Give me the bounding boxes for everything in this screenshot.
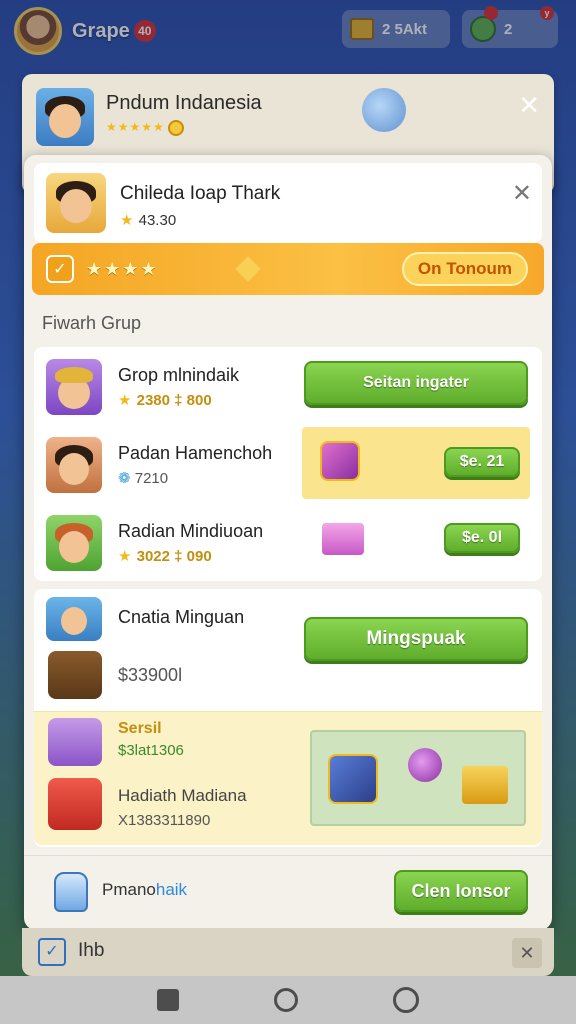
checkbox-icon[interactable]: ✓ [38, 938, 66, 966]
dialog-footer: Pmanohaik Clen Ionsor [24, 855, 552, 930]
section-title: Fiwarh Grup [42, 313, 142, 333]
check-icon: ✓ [46, 255, 74, 283]
card-amount: $33900l [118, 665, 183, 685]
strip-label: Ihb [78, 940, 105, 961]
footer-brand: Pmanohaik [102, 880, 188, 899]
gift-value: X1383311890 [118, 812, 211, 829]
group-avatar [46, 515, 102, 571]
system-nav-bar [0, 976, 576, 1024]
group-avatar [46, 359, 102, 415]
header-score: ★ 43.30 [120, 212, 177, 229]
header-title: Chileda Ioap Thark [120, 183, 281, 204]
key-icon [48, 718, 102, 766]
promo-banner: ✓ ★★★★ On Tonoum [32, 243, 544, 295]
card-title: Cnatia Minguan [118, 607, 245, 627]
dialog-header: Chileda Ioap Thark ★ 43.30 ✕ [34, 163, 542, 243]
bonus-value: $3lat1306 [118, 742, 184, 759]
claim-button[interactable]: Mingspuak [304, 617, 528, 661]
main-dialog: Chileda Ioap Thark ★ 43.30 ✕ ✓ ★★★★ On T… [24, 155, 552, 930]
confirm-button[interactable]: Clen Ionsor [394, 870, 528, 912]
header-avatar [46, 173, 106, 233]
group-avatar [46, 437, 102, 493]
bonus-label: Sersil [118, 720, 162, 737]
row-name: Padan Hamenchoh [118, 443, 273, 463]
row-score: ★ 2380 ‡ 800 [118, 392, 212, 409]
row-name: Radian Mindiuoan [118, 521, 264, 541]
robot-icon [54, 872, 88, 912]
home-icon[interactable] [273, 988, 298, 1012]
loot-image [310, 730, 526, 826]
price-button[interactable]: $e. 0l [444, 523, 520, 553]
assistant-icon[interactable] [392, 987, 419, 1013]
reward-card-top: Cnatia Minguan $33900l Mingspuak [34, 589, 542, 711]
bottom-strip: ✓ Ihb ✕ [22, 928, 554, 976]
reward-card-bottom: Sersil $3lat1306 Hadiath Madiana X138331… [34, 711, 542, 845]
back-dialog-stars: ★★★★★ [106, 120, 185, 136]
list-item[interactable]: Padan Hamenchoh ❁ 7210 $e. 21 [34, 425, 542, 503]
back-dialog-close-icon[interactable]: ✕ [518, 90, 540, 121]
back-dialog-avatar [36, 88, 94, 146]
potion-icon [362, 88, 406, 132]
ticket-icon [48, 778, 102, 830]
back-dialog-title: Pndum Indanesia [106, 92, 262, 114]
close-icon[interactable]: ✕ [512, 179, 532, 208]
join-button[interactable]: Seitan ingater [304, 361, 528, 405]
group-list: Grop mlnindaik ★ 2380 ‡ 800 Seitan ingat… [34, 347, 542, 581]
coin-icon [168, 120, 185, 136]
star-icon: ★ [120, 212, 135, 229]
gift-icon [234, 256, 261, 282]
row-name: Grop mlnindaik [118, 365, 240, 385]
price-button[interactable]: $e. 21 [444, 447, 520, 477]
gift-title: Hadiath Madiana [118, 786, 247, 805]
gem-icon [320, 441, 360, 481]
gift-box-icon [322, 523, 364, 555]
row-score: ❁ 7210 [118, 470, 169, 487]
group-avatar [46, 597, 102, 641]
treasure-chest-icon [48, 651, 102, 699]
strip-close-icon[interactable]: ✕ [512, 938, 542, 968]
promo-button[interactable]: On Tonoum [401, 252, 528, 286]
list-item[interactable]: Grop mlnindaik ★ 2380 ‡ 800 Seitan ingat… [34, 347, 542, 425]
list-item[interactable]: Radian Mindiuoan ★ 3022 ‡ 090 $e. 0l [34, 503, 542, 581]
promo-stars: ★★★★ [86, 258, 159, 279]
recents-icon[interactable] [157, 989, 180, 1011]
reward-card: Cnatia Minguan $33900l Mingspuak Sersil … [34, 589, 542, 847]
row-score: ★ 3022 ‡ 090 [118, 548, 212, 565]
